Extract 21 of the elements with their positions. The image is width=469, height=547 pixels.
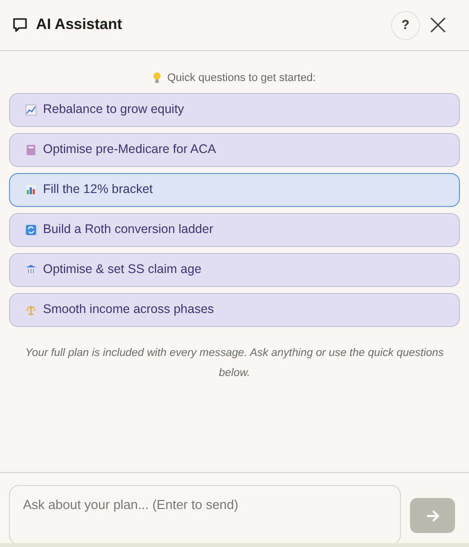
arrow-right-icon [426, 510, 440, 522]
quick-question-button[interactable]: Fill the 12% bracket [9, 172, 460, 206]
info-note: Your full plan is included with every message. Ask anything or use the quick questions below. [24, 346, 445, 380]
quick-question-button[interactable]: Build a Roth conversion ladder [9, 212, 460, 246]
message-input[interactable]: Ask about your plan... (Enter to send) [9, 485, 401, 545]
bank-icon [25, 264, 37, 276]
lightbulb-icon [153, 72, 162, 84]
quick-question-button[interactable]: Optimise pre-Medicare for ACA [9, 132, 460, 166]
bar-chart-icon [25, 184, 37, 196]
close-icon[interactable] [430, 17, 446, 33]
panel-title: AI Assistant [36, 14, 122, 35]
cycle-icon [25, 224, 37, 236]
chat-icon [12, 17, 28, 33]
help-button[interactable]: ? [391, 10, 420, 40]
quick-question-button[interactable]: Smooth income across phases [9, 292, 460, 326]
section-heading: Quick questions to get started: [167, 71, 316, 86]
chart-icon [25, 104, 37, 116]
scale-icon [25, 304, 37, 316]
quick-question-button[interactable]: Optimise & set SS claim age [9, 252, 460, 286]
card-icon [25, 144, 37, 156]
quick-question-button[interactable]: Rebalance to grow equity [9, 92, 460, 126]
